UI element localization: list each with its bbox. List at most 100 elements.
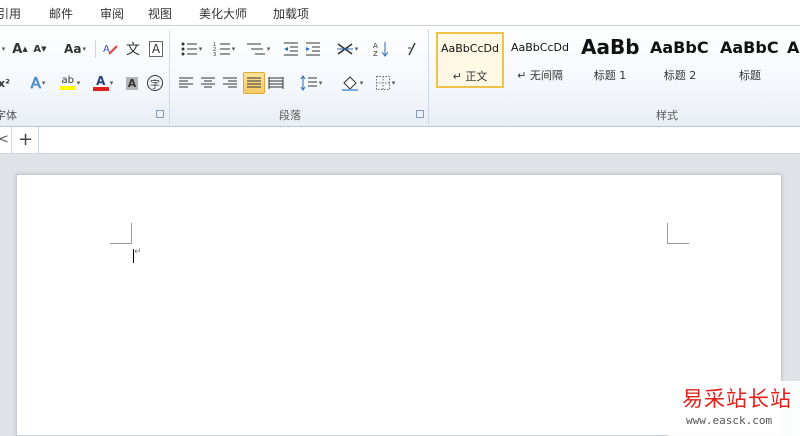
- borders-button[interactable]: ▾: [370, 72, 400, 94]
- style-name: 标题 2: [663, 69, 697, 82]
- margin-corner-top-left: [110, 243, 132, 244]
- clear-format-icon: A: [103, 44, 118, 55]
- paragraph-mark: ↵: [134, 247, 142, 257]
- phonetic-guide-button[interactable]: 文: [123, 38, 143, 60]
- bullets-button[interactable]: ▾: [176, 38, 206, 60]
- style-name: ↵ 正文: [452, 70, 488, 83]
- font-color-swatch: [92, 87, 109, 91]
- line-spacing-button[interactable]: ▾: [297, 72, 325, 94]
- sort-icon: AZ: [373, 42, 389, 58]
- style-more[interactable]: A: [786, 32, 800, 88]
- align-center-icon: [201, 77, 215, 88]
- tab-review[interactable]: 审阅: [100, 5, 124, 22]
- tab-beautify-master[interactable]: 美化大师: [199, 5, 247, 22]
- decrease-indent-button[interactable]: [281, 38, 301, 60]
- enclose-characters-button[interactable]: 字: [145, 72, 165, 94]
- align-right-icon: [223, 77, 237, 88]
- style-normal[interactable]: AaBbCcDd ↵ 正文: [436, 32, 504, 88]
- increase-indent-button[interactable]: [303, 38, 323, 60]
- phonetic-guide-icon: 文: [126, 42, 140, 58]
- paragraph-group-label: 段落: [279, 109, 301, 122]
- style-name: 标题: [739, 69, 761, 82]
- superscript-button[interactable]: x²: [0, 72, 12, 94]
- prev-tab-icon[interactable]: <: [0, 132, 9, 147]
- increase-indent-icon: [306, 42, 320, 56]
- show-formatting-marks-button[interactable]: [402, 38, 422, 60]
- highlight-label: ab: [61, 75, 74, 86]
- styles-group-label: 样式: [656, 109, 678, 122]
- style-sample: AaBbC: [650, 38, 709, 57]
- shading-button[interactable]: ▾: [337, 72, 367, 94]
- style-heading-1[interactable]: AaBb 标题 1: [576, 32, 644, 88]
- clear-format-button[interactable]: A: [100, 38, 120, 60]
- multilevel-list-button[interactable]: ▾: [242, 38, 274, 60]
- align-left-icon: [179, 77, 193, 88]
- new-tab-button[interactable]: +: [18, 129, 33, 150]
- font-size-dropdown-icon[interactable]: ▾: [0, 38, 8, 60]
- paragraph-mark-icon: [408, 42, 416, 56]
- numbering-icon: 123: [213, 42, 230, 57]
- change-case-button[interactable]: Aa ▾: [60, 38, 90, 60]
- watermark-url: www.easck.com: [686, 414, 773, 427]
- chinese-layout-icon: [336, 43, 353, 55]
- align-center-button[interactable]: [198, 72, 218, 94]
- line-spacing-icon: [300, 75, 317, 91]
- shrink-font-icon: A: [33, 43, 42, 55]
- style-sample: AaBbCcDd: [441, 42, 499, 55]
- tab-mailings[interactable]: 邮件: [49, 5, 73, 22]
- style-name: 标题 1: [593, 69, 627, 82]
- watermark-title: 易采站长站: [682, 387, 792, 411]
- style-name: ↵ 无间隔: [517, 69, 563, 82]
- multilevel-list-icon: [246, 43, 265, 55]
- change-case-icon: Aa: [64, 42, 82, 56]
- margin-corner-vertical-left: [131, 223, 132, 244]
- font-dialog-launcher-icon[interactable]: [156, 110, 164, 118]
- separator: [38, 127, 39, 154]
- svg-text:A: A: [373, 42, 378, 50]
- tab-references[interactable]: 引用: [0, 5, 21, 22]
- ribbon: ▾ A ▲ A ▼ Aa ▾ A 文 A x² A ▾ ab ▾ A ▾ A 字…: [0, 26, 800, 127]
- style-heading-2[interactable]: AaBbC 标题 2: [646, 32, 714, 88]
- shrink-font-button[interactable]: A ▼: [31, 38, 49, 60]
- text-effects-button[interactable]: A ▾: [24, 72, 52, 94]
- highlight-swatch: [59, 86, 76, 90]
- enclose-characters-icon: 字: [147, 75, 163, 91]
- svg-text:3: 3: [213, 52, 216, 57]
- highlight-color-button[interactable]: ab ▾: [54, 72, 86, 94]
- character-border-button[interactable]: A: [146, 38, 166, 60]
- tab-view[interactable]: 视图: [148, 5, 172, 22]
- separator: [11, 127, 12, 154]
- group-separator: [428, 30, 429, 124]
- align-left-button[interactable]: [176, 72, 196, 94]
- margin-corner-top-right: [667, 243, 689, 244]
- align-right-button[interactable]: [220, 72, 240, 94]
- distributed-icon: [268, 77, 284, 89]
- document-tab-bar: < +: [0, 127, 800, 154]
- highlight-icon: ab: [59, 75, 76, 90]
- borders-icon: [375, 76, 390, 90]
- menu-tab-bar: 引用 邮件 审阅 视图 美化大师 加载项: [0, 0, 800, 26]
- numbering-button[interactable]: 1 2 3 ▾: [209, 38, 239, 60]
- sort-button[interactable]: AZ: [370, 38, 392, 60]
- distributed-button[interactable]: [266, 72, 286, 94]
- justify-button[interactable]: [243, 72, 265, 94]
- style-sample: AaBb: [581, 35, 640, 59]
- decrease-indent-icon: [284, 42, 298, 56]
- style-title[interactable]: AaBbC 标题: [716, 32, 784, 88]
- svg-text:Z: Z: [373, 50, 378, 58]
- chinese-layout-button[interactable]: ▾: [332, 38, 362, 60]
- character-shading-icon: A: [125, 76, 139, 90]
- group-separator: [169, 30, 170, 124]
- font-color-button[interactable]: A ▾: [88, 72, 118, 94]
- text-effects-icon: A: [30, 74, 41, 93]
- bullets-icon: [181, 42, 197, 56]
- style-sample: AaBbCcDd: [511, 41, 569, 54]
- tab-addins[interactable]: 加载项: [273, 5, 309, 22]
- character-shading-button[interactable]: A: [122, 72, 142, 94]
- style-no-spacing[interactable]: AaBbCcDd ↵ 无间隔: [506, 32, 574, 88]
- justify-icon: [247, 77, 261, 88]
- margin-corner-vertical-right: [667, 223, 668, 244]
- font-color-label: A: [96, 74, 106, 88]
- paragraph-dialog-launcher-icon[interactable]: [416, 110, 424, 118]
- grow-font-button[interactable]: A ▲: [10, 38, 30, 60]
